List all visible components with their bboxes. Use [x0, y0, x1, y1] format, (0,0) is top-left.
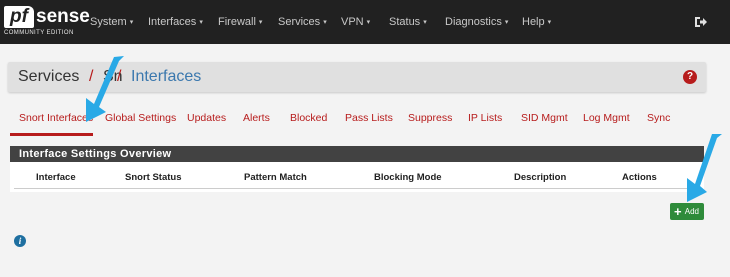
- tab-suppress[interactable]: Suppress: [408, 112, 452, 124]
- logo-word: sense: [36, 6, 90, 27]
- caret-down-icon: ▾: [504, 19, 509, 26]
- column-header-pattern-match: Pattern Match: [244, 172, 307, 183]
- nav-menu-interfaces[interactable]: Interfaces ▾: [148, 0, 203, 44]
- caret-down-icon: ▾: [547, 19, 552, 26]
- nav-menu-diagnostics[interactable]: Diagnostics ▾: [445, 0, 508, 44]
- logo-mark: pf: [4, 6, 34, 28]
- column-header-actions: Actions: [622, 172, 657, 183]
- info-icon[interactable]: i: [14, 235, 26, 247]
- active-tab-indicator: [10, 133, 93, 136]
- annotation-arrow-icon: [687, 134, 722, 202]
- nav-menu-status[interactable]: Status ▾: [389, 0, 427, 44]
- add-button-label: Add: [684, 207, 699, 216]
- tab-pass-lists[interactable]: Pass Lists: [345, 112, 393, 124]
- help-icon[interactable]: ?: [683, 70, 697, 84]
- column-header-description: Description: [514, 172, 567, 183]
- caret-down-icon: ▾: [366, 19, 371, 26]
- pfsense-logo[interactable]: pf sense COMMUNITY EDITION: [4, 6, 90, 38]
- nav-menu-vpn[interactable]: VPN ▾: [341, 0, 370, 44]
- add-button[interactable]: + Add: [670, 203, 704, 220]
- panel-title: Interface Settings Overview: [19, 148, 172, 160]
- tab-blocked[interactable]: Blocked: [290, 112, 327, 124]
- nav-menu-firewall[interactable]: Firewall ▾: [218, 0, 262, 44]
- sign-out-icon[interactable]: [694, 15, 708, 29]
- caret-down-icon: ▾: [199, 19, 203, 26]
- tab-log-mgmt[interactable]: Log Mgmt: [583, 112, 630, 124]
- nav-menu-services[interactable]: Services ▾: [278, 0, 327, 44]
- nav-menu-help[interactable]: Help ▾: [522, 0, 551, 44]
- column-header-blocking-mode: Blocking Mode: [374, 172, 442, 183]
- breadcrumb-current[interactable]: Interfaces: [131, 62, 201, 92]
- logo-edition: COMMUNITY EDITION: [4, 30, 74, 36]
- tab-sid-mgmt[interactable]: SID Mgmt: [521, 112, 568, 124]
- caret-down-icon: ▾: [323, 19, 327, 26]
- table-header-divider: [14, 188, 700, 189]
- tab-alerts[interactable]: Alerts: [243, 112, 270, 124]
- tab-sync[interactable]: Sync: [647, 112, 670, 124]
- caret-down-icon: ▾: [423, 19, 427, 26]
- column-header-interface: Interface: [36, 172, 76, 183]
- nav-menu-system[interactable]: System ▾: [90, 0, 133, 44]
- plus-icon: +: [674, 204, 682, 219]
- tab-updates[interactable]: Updates: [187, 112, 226, 124]
- tab-ip-lists[interactable]: IP Lists: [468, 112, 502, 124]
- annotation-arrow-icon: [86, 56, 124, 122]
- column-header-snort-status: Snort Status: [125, 172, 182, 183]
- caret-down-icon: ▾: [258, 19, 263, 26]
- breadcrumb-parent[interactable]: Services: [18, 62, 79, 92]
- caret-down-icon: ▾: [129, 19, 134, 26]
